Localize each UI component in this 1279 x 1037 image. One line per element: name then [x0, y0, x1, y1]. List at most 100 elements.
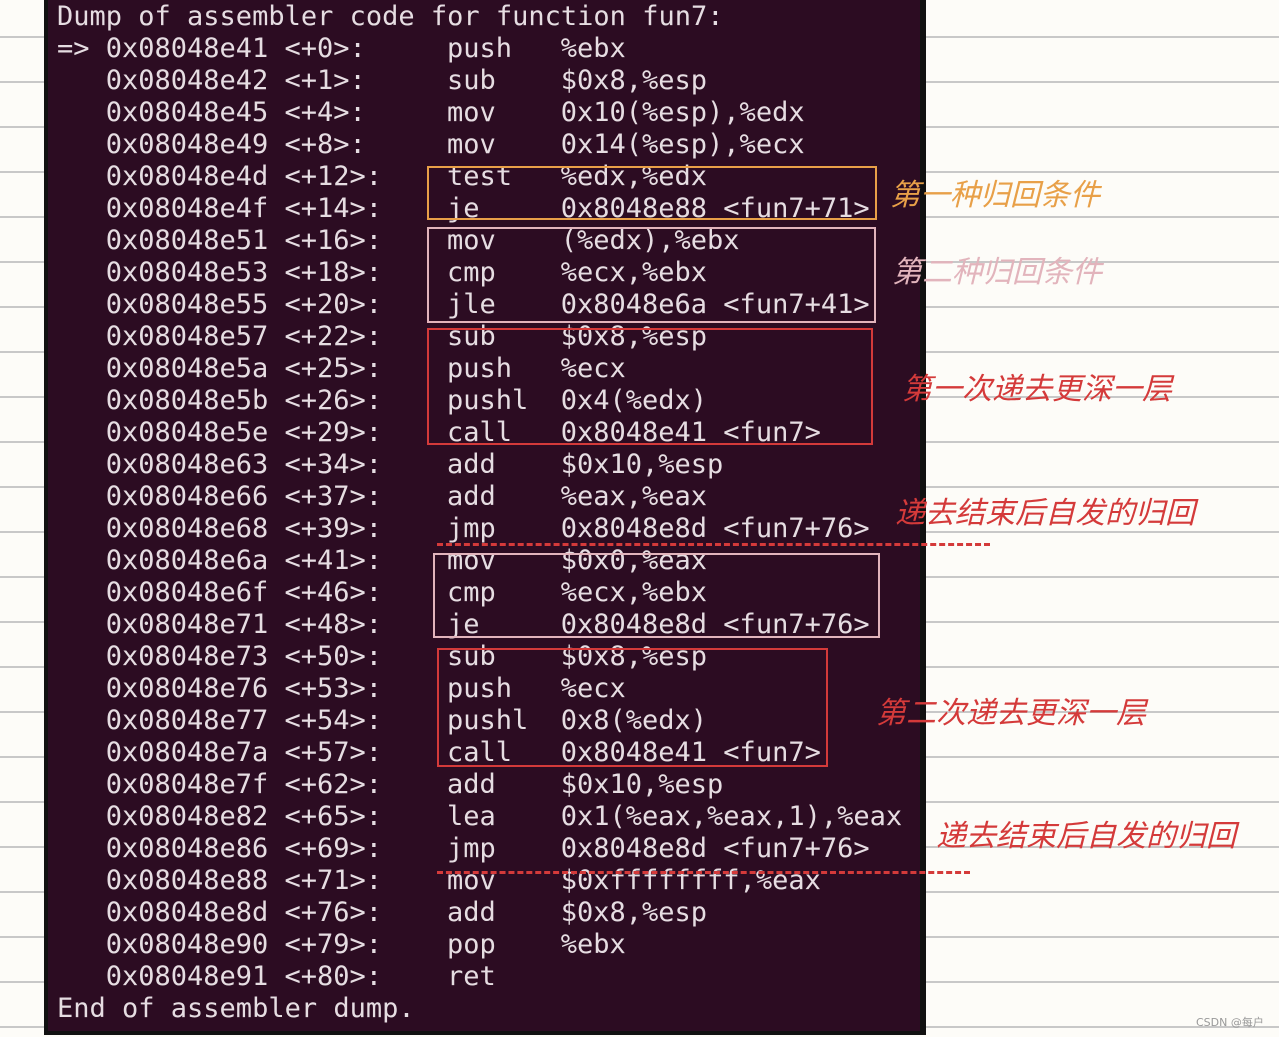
- asm-row: 0x08048e45 <+4>: mov 0x10(%esp),%edx: [57, 97, 917, 129]
- address: 0x08048e6a: [105, 545, 269, 576]
- note-second-recursion: 第二次递去更深一层: [876, 696, 1146, 731]
- operands: $0x10,%esp: [560, 449, 724, 480]
- offset: <+65>:: [284, 801, 383, 832]
- address: 0x08048e90: [105, 929, 269, 960]
- mnemonic: add: [447, 769, 496, 800]
- address: 0x08048e4d: [105, 161, 269, 192]
- operands: %ebx: [560, 33, 626, 64]
- offset: <+16>:: [284, 225, 383, 256]
- dump-header: Dump of assembler code for function fun7…: [57, 1, 724, 32]
- offset: <+53>:: [284, 673, 383, 704]
- offset: <+57>:: [284, 737, 383, 768]
- operands: 0x14(%esp),%ecx: [560, 129, 805, 160]
- operands: 0x1(%eax,%eax,1),%eax: [560, 801, 903, 832]
- mnemonic: mov: [447, 129, 496, 160]
- mnemonic: mov: [447, 97, 496, 128]
- mnemonic: ret: [447, 961, 496, 992]
- second-recursion-box: [437, 648, 828, 767]
- address: 0x08048e41: [105, 33, 269, 64]
- address: 0x08048e49: [105, 129, 269, 160]
- address: 0x08048e66: [105, 481, 269, 512]
- asm-row: 0x08048e7f <+62>: add $0x10,%esp: [57, 769, 917, 801]
- offset: <+34>:: [284, 449, 383, 480]
- second-return-box: [427, 227, 876, 323]
- asm-row: 0x08048e49 <+8>: mov 0x14(%esp),%ecx: [57, 129, 917, 161]
- asm-row: 0x08048e90 <+79>: pop %ebx: [57, 929, 917, 961]
- current-marker: =>: [57, 33, 90, 64]
- address: 0x08048e82: [105, 801, 269, 832]
- asm-row: 0x08048e68 <+39>: jmp 0x8048e8d <fun7+76>: [57, 513, 917, 545]
- asm-row: 0x08048e42 <+1>: sub $0x8,%esp: [57, 65, 917, 97]
- watermark: CSDN @每户: [1196, 1016, 1264, 1029]
- offset: <+39>:: [284, 513, 383, 544]
- asm-row: 0x08048e63 <+34>: add $0x10,%esp: [57, 449, 917, 481]
- address: 0x08048e57: [105, 321, 269, 352]
- operands: $0x8,%esp: [560, 65, 708, 96]
- offset: <+62>:: [284, 769, 383, 800]
- mnemonic: push: [447, 33, 513, 64]
- address: 0x08048e4f: [105, 193, 269, 224]
- operands: $0xffffffff,%eax: [560, 865, 821, 896]
- address: 0x08048e7a: [105, 737, 269, 768]
- offset: <+4>:: [284, 97, 366, 128]
- note-second-return: 第二种归回条件: [892, 255, 1102, 290]
- mnemonic: lea: [447, 801, 496, 832]
- operands: %ebx: [560, 929, 626, 960]
- offset: <+8>:: [284, 129, 366, 160]
- note-first-return: 第一种归回条件: [890, 178, 1100, 213]
- divider-dashed-1: [437, 543, 990, 546]
- offset: <+79>:: [284, 929, 383, 960]
- mnemonic: add: [447, 481, 496, 512]
- operands: 0x8048e8d <fun7+76>: [560, 833, 870, 864]
- offset: <+46>:: [284, 577, 383, 608]
- address: 0x08048e77: [105, 705, 269, 736]
- asm-row: 0x08048e88 <+71>: mov $0xffffffff,%eax: [57, 865, 917, 897]
- address: 0x08048e7f: [105, 769, 269, 800]
- operands: $0x10,%esp: [560, 769, 724, 800]
- mnemonic: add: [447, 897, 496, 928]
- address: 0x08048e68: [105, 513, 269, 544]
- offset: <+69>:: [284, 833, 383, 864]
- asm-row: 0x08048e86 <+69>: jmp 0x8048e8d <fun7+76>: [57, 833, 917, 865]
- mnemonic: jmp: [447, 513, 496, 544]
- address: 0x08048e5a: [105, 353, 269, 384]
- asm-row: 0x08048e91 <+80>: ret: [57, 961, 917, 993]
- address: 0x08048e45: [105, 97, 269, 128]
- address: 0x08048e91: [105, 961, 269, 992]
- dump-footer: End of assembler dump.: [57, 993, 415, 1024]
- mnemonic: jmp: [447, 833, 496, 864]
- offset: <+29>:: [284, 417, 383, 448]
- mnemonic: pop: [447, 929, 496, 960]
- offset: <+37>:: [284, 481, 383, 512]
- operands: 0x8048e8d <fun7+76>: [560, 513, 870, 544]
- first-return-box: [427, 166, 877, 220]
- divider-dashed-2: [437, 871, 970, 874]
- offset: <+26>:: [284, 385, 383, 416]
- address: 0x08048e63: [105, 449, 269, 480]
- address: 0x08048e73: [105, 641, 269, 672]
- address: 0x08048e71: [105, 609, 269, 640]
- offset: <+41>:: [284, 545, 383, 576]
- offset: <+22>:: [284, 321, 383, 352]
- offset: <+50>:: [284, 641, 383, 672]
- operands: $0x8,%esp: [560, 897, 708, 928]
- note-return-after-second: 递去结束后自发的归回: [936, 819, 1236, 854]
- asm-row: 0x08048e82 <+65>: lea 0x1(%eax,%eax,1),%eax: [57, 801, 917, 833]
- first-recursion-box: [427, 328, 873, 445]
- offset: <+1>:: [284, 65, 366, 96]
- offset: <+80>:: [284, 961, 383, 992]
- offset: <+25>:: [284, 353, 383, 384]
- terminal-window: Dump of assembler code for function fun7…: [44, 0, 926, 1035]
- operands: 0x10(%esp),%edx: [560, 97, 805, 128]
- second-compare-box: [433, 553, 880, 638]
- address: 0x08048e6f: [105, 577, 269, 608]
- offset: <+12>:: [284, 161, 383, 192]
- note-first-recursion: 第一次递去更深一层: [902, 372, 1172, 407]
- address: 0x08048e86: [105, 833, 269, 864]
- address: 0x08048e42: [105, 65, 269, 96]
- asm-row: 0x08048e66 <+37>: add %eax,%eax: [57, 481, 917, 513]
- asm-row: => 0x08048e41 <+0>: push %ebx: [57, 33, 917, 65]
- mnemonic: add: [447, 449, 496, 480]
- offset: <+20>:: [284, 289, 383, 320]
- note-return-after-first: 递去结束后自发的归回: [895, 496, 1195, 531]
